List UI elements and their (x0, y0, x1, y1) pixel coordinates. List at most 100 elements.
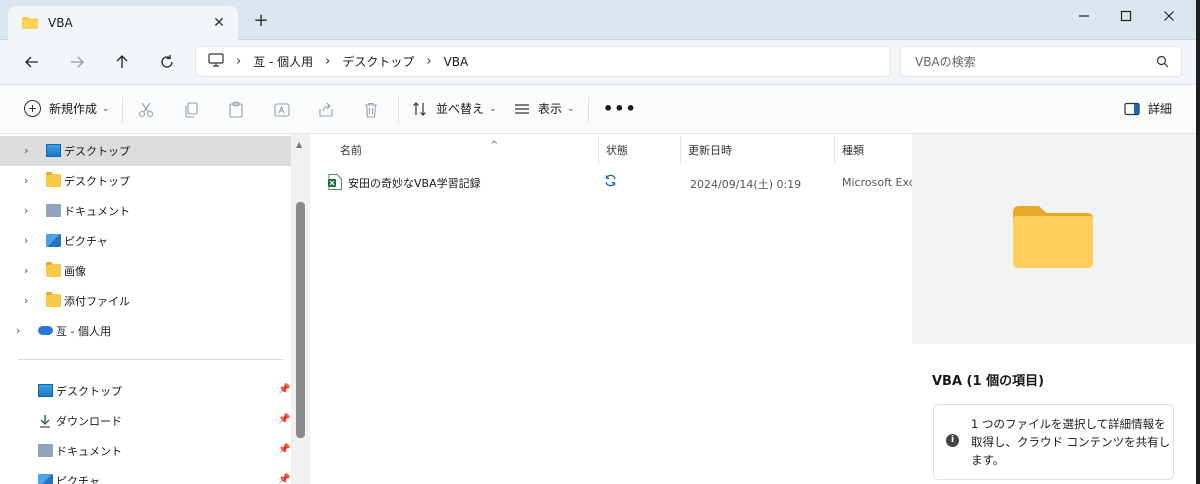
sidebar-item-label: ドキュメント (56, 445, 122, 458)
sidebar-item-pictures[interactable]: › ピクチャ (0, 226, 291, 256)
sort-button[interactable]: 並べ替え ⌄ (412, 100, 497, 117)
cut-button[interactable] (136, 100, 156, 120)
sidebar-item-attachments[interactable]: › 添付ファイル (0, 286, 291, 316)
copy-icon (185, 102, 198, 118)
pin-icon[interactable]: 📌 (278, 474, 290, 484)
share-icon (319, 102, 333, 117)
chevron-down-icon: ⌄ (567, 103, 575, 114)
sidebar-item-label: ダウンロード (56, 415, 122, 428)
address-row: › 亙 - 個人用 › デスクトップ › VBA (0, 40, 1196, 84)
forward-button[interactable] (65, 50, 89, 74)
details-pane-button[interactable]: 詳細 (1124, 100, 1172, 117)
minimize-button[interactable] (1068, 4, 1100, 28)
rename-icon (274, 103, 290, 117)
close-tab-button[interactable]: ✕ (210, 14, 228, 32)
sidebar-item-desktop[interactable]: › デスクトップ (0, 136, 291, 166)
sort-icon (413, 101, 426, 116)
delete-button[interactable] (361, 100, 381, 120)
pin-icon[interactable]: 📌 (278, 444, 290, 455)
new-tab-button[interactable]: + (250, 10, 272, 32)
chevron-right-icon[interactable]: › (24, 204, 28, 217)
sidebar-item-images[interactable]: › 画像 (0, 256, 291, 286)
title-bar: VBA ✕ + (0, 0, 1200, 40)
toolbar-divider (588, 97, 589, 123)
info-text: 1 つのファイルを選択して詳細情報を取得し、クラウド コンテンツを共有します。 (971, 417, 1171, 467)
sidebar-item-onedrive[interactable]: › 亙 - 個人用 (0, 316, 291, 346)
sort-ascending-icon: ^ (490, 140, 499, 151)
desktop-icon (46, 144, 61, 157)
sidebar-divider (18, 359, 284, 360)
new-label: 新規作成 (49, 102, 98, 116)
toolbar-divider (398, 97, 399, 123)
sidebar-item-desktop-folder[interactable]: › デスクトップ (0, 166, 291, 196)
sidebar-item-label: ドキュメント (64, 205, 130, 218)
breadcrumb-desktop[interactable]: デスクトップ (342, 53, 414, 70)
view-button[interactable]: 表示 ⌄ (514, 100, 575, 117)
chevron-right-icon: › (426, 54, 432, 69)
sidebar-scrollbar[interactable]: ▲ (291, 134, 310, 484)
breadcrumb-onedrive[interactable]: 亙 - 個人用 (253, 53, 313, 70)
clipboard-icon (229, 101, 243, 118)
quick-access-documents[interactable]: ドキュメント 📌 (0, 436, 291, 466)
scroll-up-icon[interactable]: ▲ (296, 140, 302, 149)
chevron-right-icon[interactable]: › (24, 294, 28, 307)
search-box[interactable] (900, 46, 1182, 77)
more-options-button[interactable]: ••• (603, 99, 637, 118)
window-edge (1196, 0, 1200, 484)
navigation-pane: › デスクトップ › デスクトップ › ドキュメント › ピクチャ › 画像 ›… (0, 134, 310, 484)
rename-button[interactable] (272, 100, 292, 120)
column-header-modified[interactable]: 更新日時 (688, 142, 732, 158)
up-button[interactable] (110, 50, 134, 74)
file-list: ^ 名前 状態 更新日時 種類 安田の奇妙なVBA学習記録 2024/09/14… (310, 134, 912, 484)
sync-icon (604, 174, 617, 190)
copy-button[interactable] (181, 100, 201, 120)
search-input[interactable] (915, 54, 1145, 69)
info-message: i 1 つのファイルを選択して詳細情報を取得し、クラウド コンテンツを共有します… (933, 404, 1174, 480)
column-header-name[interactable]: ^ 名前 (340, 140, 498, 158)
back-button[interactable] (20, 50, 44, 74)
close-window-button[interactable] (1153, 4, 1185, 28)
pin-icon[interactable]: 📌 (278, 384, 290, 395)
tab-title: VBA (48, 16, 73, 30)
sidebar-item-documents[interactable]: › ドキュメント (0, 196, 291, 226)
chevron-right-icon[interactable]: › (16, 324, 20, 337)
minimize-icon (1079, 15, 1089, 17)
column-header-type[interactable]: 種類 (842, 142, 864, 158)
address-bar[interactable]: › 亙 - 個人用 › デスクトップ › VBA (195, 46, 891, 77)
paste-button[interactable] (226, 100, 246, 120)
document-icon (38, 444, 53, 457)
details-pane-icon (1124, 102, 1140, 115)
arrow-left-icon (25, 56, 38, 68)
refresh-button[interactable] (155, 50, 179, 74)
scrollbar-thumb[interactable] (296, 202, 305, 438)
pin-icon[interactable]: 📌 (278, 414, 290, 425)
quick-access-desktop[interactable]: デスクトップ 📌 (0, 376, 291, 406)
chevron-right-icon[interactable]: › (24, 144, 28, 157)
sidebar-item-label: ピクチャ (56, 475, 100, 484)
chevron-right-icon[interactable]: › (24, 264, 28, 277)
column-divider[interactable] (680, 136, 681, 164)
search-icon[interactable] (1156, 55, 1169, 71)
excel-file-icon (328, 174, 342, 190)
quick-access-pictures[interactable]: ピクチャ 📌 (0, 466, 291, 484)
trash-icon (365, 102, 377, 118)
file-row[interactable]: 安田の奇妙なVBA学習記録 2024/09/14(土) 0:19 Microso… (322, 170, 912, 194)
sort-label: 並べ替え (436, 102, 485, 116)
column-divider[interactable] (598, 136, 599, 164)
maximize-button[interactable] (1110, 4, 1142, 28)
info-icon: i (946, 434, 959, 447)
tab-vba[interactable]: VBA ✕ (8, 6, 238, 40)
column-header-status[interactable]: 状態 (606, 142, 628, 158)
quick-access-downloads[interactable]: ダウンロード 📌 (0, 406, 291, 436)
chevron-right-icon[interactable]: › (24, 234, 28, 247)
new-button[interactable]: 新規作成 ⌄ (24, 100, 110, 117)
share-button[interactable] (316, 100, 336, 120)
folder-icon (22, 17, 38, 29)
preview-area (912, 134, 1196, 344)
breadcrumb-vba[interactable]: VBA (444, 55, 469, 69)
plus-circle-icon (24, 100, 41, 117)
pictures-icon (38, 474, 53, 484)
chevron-right-icon[interactable]: › (24, 174, 28, 187)
sidebar-item-label: デスクトップ (56, 385, 122, 398)
column-divider[interactable] (834, 136, 835, 164)
